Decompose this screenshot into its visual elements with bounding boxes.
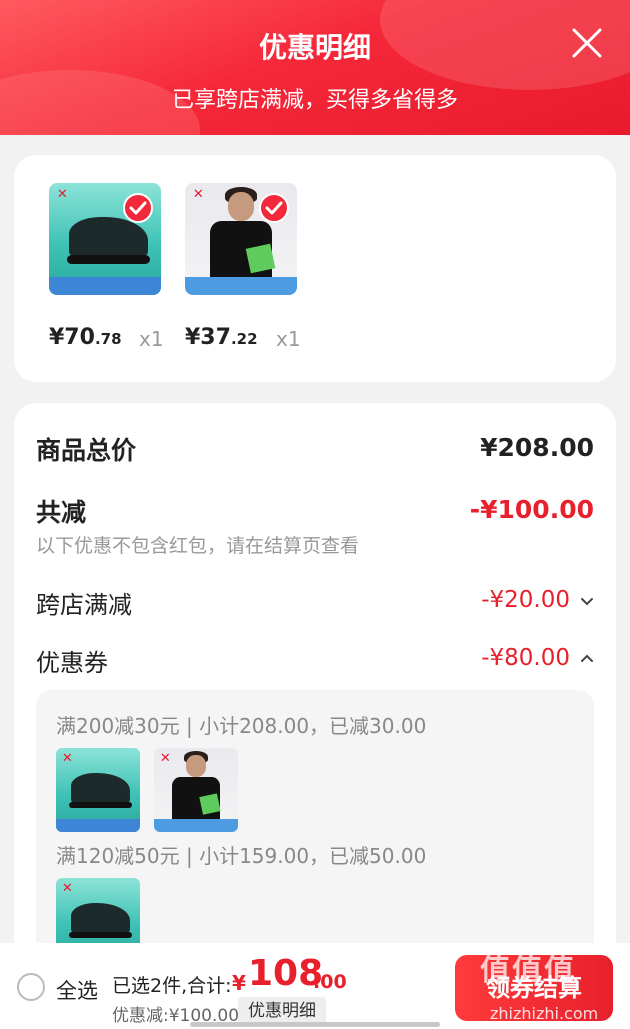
watermark-logo: 值值值 (480, 953, 576, 988)
select-all-radio[interactable] (17, 973, 45, 1001)
popup-header: 优惠明细 已享跨店满减，买得多省得多 (0, 0, 630, 135)
price-strip (185, 277, 297, 295)
shoe-product-thumbnail: ✕ (56, 878, 140, 943)
discount-summary-card: 商品总价 ¥208.00 共减 -¥100.00 以下优惠不包含红包，请在结算页… (14, 403, 616, 943)
tshirt-product-thumbnail: ✕ (154, 748, 238, 832)
shoe-product-image[interactable]: ✕ (49, 183, 161, 295)
watermark-url: zhizhizhi.com (490, 1004, 599, 1023)
checked-icon[interactable] (259, 193, 289, 223)
tshirt-product-image[interactable]: ✕ (185, 183, 297, 295)
brand-logo: ✕ (159, 751, 171, 767)
checked-icon[interactable] (123, 193, 153, 223)
total-amount-decimal: .00 (313, 971, 347, 993)
discount-detail-button[interactable]: 优惠明细 (238, 997, 326, 1025)
shoe-shape (71, 903, 130, 936)
total-currency: ¥ (232, 971, 246, 995)
price-strip (56, 818, 140, 832)
coupon-value[interactable]: -¥80.00 (481, 645, 570, 671)
popup-title: 优惠明细 (258, 31, 371, 64)
shoe-product-thumbnail: ✕ (56, 748, 140, 832)
shoe-sole (66, 254, 150, 264)
price-strip (154, 818, 238, 832)
close-icon[interactable] (570, 26, 604, 60)
selected-products-card: ✕ ✕ ¥70.78 x1 ¥37.22 x1 (14, 155, 616, 382)
brand-logo: ✕ (192, 187, 204, 203)
coupon-detail-box: 满200减30元 | 小计208.00，已减30.00 ✕ ✕ 满120减50元… (36, 690, 594, 943)
price-integer: ¥70 (49, 325, 95, 350)
coupon-rule: 满200减30元 | 小计208.00，已减30.00 (56, 714, 427, 738)
shoe-shape (69, 216, 148, 260)
popup-subtitle: 已享跨店满减，买得多省得多 (171, 88, 458, 113)
cross-store-value[interactable]: -¥20.00 (481, 587, 570, 613)
model-head (227, 191, 255, 222)
total-discount-value: -¥100.00 (469, 495, 594, 524)
total-price-value: ¥208.00 (480, 433, 594, 462)
product-price: ¥70.78 (49, 325, 122, 350)
total-discount-label: 共减 (36, 498, 87, 527)
product-quantity: x1 (276, 327, 301, 351)
model-prop (245, 243, 275, 273)
home-indicator (190, 1022, 440, 1027)
price-strip (49, 277, 161, 295)
product-quantity: x1 (139, 327, 164, 351)
cross-store-label[interactable]: 跨店满减 (36, 585, 132, 620)
chevron-down-icon[interactable] (580, 597, 594, 607)
brand-logo: ✕ (61, 881, 73, 897)
selected-count-text: 已选2件,合计: (112, 975, 232, 997)
shoe-shape (71, 773, 130, 806)
shoe-sole (69, 931, 132, 939)
model-prop (199, 793, 222, 816)
discount-note: 以下优惠不包含红包，请在结算页查看 (36, 535, 360, 557)
select-all-label[interactable]: 全选 (56, 975, 98, 1005)
total-amount: 108 (248, 953, 324, 994)
total-price-label: 商品总价 (36, 436, 137, 465)
product-price: ¥37.22 (185, 325, 258, 350)
price-decimal: .78 (94, 330, 122, 348)
brand-logo: ✕ (56, 187, 68, 203)
model-head (185, 754, 207, 777)
coupon-label[interactable]: 优惠券 (36, 643, 108, 678)
chevron-up-icon[interactable] (580, 653, 594, 663)
brand-logo: ✕ (61, 751, 73, 767)
shoe-sole (69, 801, 132, 809)
popup-content[interactable]: ✕ ✕ ¥70.78 x1 ¥37.22 x1 商品总价 ¥208.00 共减 … (0, 135, 630, 943)
coupon-rule: 满120减50元 | 小计159.00，已减50.00 (56, 844, 427, 868)
price-integer: ¥37 (185, 325, 231, 350)
price-decimal: .22 (230, 330, 258, 348)
